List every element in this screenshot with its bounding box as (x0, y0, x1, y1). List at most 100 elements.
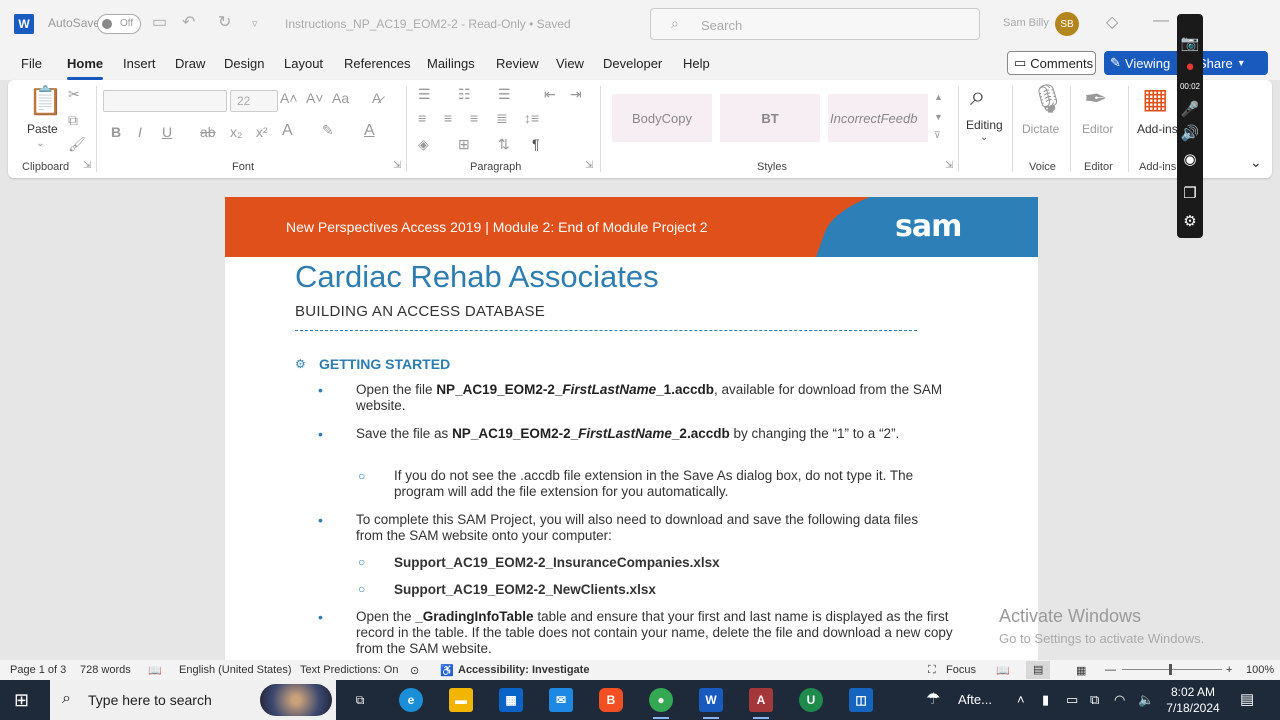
editing-label[interactable]: Editing (966, 118, 1003, 132)
minimize-icon[interactable]: — (1153, 12, 1169, 30)
paragraph-launcher-icon[interactable]: ⇲ (585, 160, 593, 171)
upwork-icon[interactable]: U (799, 688, 823, 712)
wifi-icon[interactable]: ◠ (1114, 692, 1125, 708)
system-clock[interactable]: 8:02 AM 7/18/2024 (1163, 684, 1223, 716)
access-taskbar-icon[interactable]: A (749, 688, 773, 712)
menu-draw[interactable]: Draw (175, 56, 205, 71)
borders-icon[interactable]: ⊞ (458, 136, 470, 153)
autosave-toggle[interactable]: Off (97, 14, 141, 34)
align-right-icon[interactable]: ≡ (470, 110, 478, 126)
italic-icon[interactable]: I (138, 124, 142, 140)
menu-layout[interactable]: Layout (284, 56, 323, 71)
align-center-icon[interactable]: ≡ (444, 110, 452, 126)
styles-more-icon[interactable]: ⊽ (934, 130, 941, 141)
styles-scroll-up-icon[interactable]: ▲ (934, 92, 943, 102)
highlight-icon[interactable]: ✎ (322, 122, 334, 139)
line-spacing-icon[interactable]: ↕≡ (524, 110, 539, 126)
change-case-icon[interactable]: Aa (332, 90, 349, 106)
increase-indent-icon[interactable]: ⇥ (570, 86, 582, 103)
underline-icon[interactable]: U (162, 124, 172, 140)
speaker-icon[interactable]: 🔊 (1180, 124, 1200, 144)
store-icon[interactable]: ▦ (499, 688, 523, 712)
add-ins-icon[interactable]: ▦ (1142, 82, 1168, 115)
macro-icon[interactable]: ⊙ (410, 664, 419, 677)
editing-dropdown-icon[interactable]: ⌄ (980, 132, 988, 143)
word-count[interactable]: 728 words (80, 664, 131, 676)
bullets-icon[interactable]: ☰ (418, 86, 431, 103)
font-color-icon[interactable]: A (364, 122, 375, 140)
weather-icon[interactable]: ☂ (926, 689, 940, 709)
document-page[interactable]: New Perspectives Access 2019 | Module 2:… (225, 197, 1038, 660)
menu-developer[interactable]: Developer (603, 56, 662, 71)
multilevel-list-icon[interactable]: ☰ (498, 86, 511, 103)
diamond-icon[interactable]: ◇ (1106, 12, 1118, 32)
menu-review[interactable]: Review (496, 56, 539, 71)
font-name-box[interactable] (103, 90, 227, 112)
viewing-button[interactable]: ✎ Viewing (1104, 51, 1188, 75)
zoom-in-icon[interactable]: + (1226, 664, 1232, 676)
web-layout-icon[interactable]: ▦ (1076, 664, 1086, 677)
style-bodycopy[interactable]: BodyCopy (612, 94, 712, 142)
justify-icon[interactable]: ≣ (496, 110, 508, 127)
window-icon[interactable]: ❐ (1180, 184, 1200, 204)
weather-text[interactable]: Afte... (958, 692, 992, 707)
microphone-icon[interactable]: 🎙 (1030, 82, 1066, 115)
styles-scroll-down-icon[interactable]: ▼ (934, 112, 943, 122)
device-icon[interactable]: ⧉ (1090, 692, 1099, 708)
zoom-slider[interactable] (1122, 669, 1222, 670)
subscript-icon[interactable]: x₂ (230, 124, 242, 140)
volume-icon[interactable]: 🔈 (1138, 692, 1154, 708)
grow-font-icon[interactable]: A˄ (280, 90, 298, 106)
bold-icon[interactable]: B (111, 124, 121, 140)
format-painter-icon[interactable]: 🖌 (68, 136, 86, 153)
record-icon[interactable]: ● (1180, 58, 1200, 78)
menu-insert[interactable]: Insert (123, 56, 156, 71)
brave-icon[interactable]: B (599, 688, 623, 712)
chrome-icon[interactable]: ● (649, 688, 673, 712)
editor-icon[interactable]: ✒ (1084, 82, 1107, 115)
menu-file[interactable]: File (21, 56, 42, 71)
gear-icon[interactable]: ⚙ (1180, 212, 1200, 232)
align-left-icon[interactable]: ≡ (418, 110, 426, 126)
screen-recorder-taskbar-icon[interactable]: ◫ (849, 688, 873, 712)
undo-icon[interactable]: ↶ (182, 12, 195, 32)
paste-dropdown-icon[interactable]: ⌄ (36, 138, 44, 149)
read-mode-icon[interactable]: 📖 (996, 664, 1010, 677)
language[interactable]: English (United States) (179, 664, 292, 676)
font-size-box[interactable]: 22 (230, 90, 278, 112)
styles-launcher-icon[interactable]: ⇲ (945, 160, 953, 171)
microphone-tray-icon[interactable]: ▮ (1042, 692, 1049, 708)
menu-help[interactable]: Help (683, 56, 710, 71)
collapse-ribbon-icon[interactable]: ⌄ (1250, 154, 1262, 171)
camera-icon[interactable]: 📷 (1180, 34, 1200, 54)
text-effects-icon[interactable]: A (282, 122, 293, 140)
menu-design[interactable]: Design (224, 56, 264, 71)
task-view-icon[interactable]: ⧉ (348, 688, 372, 712)
print-layout-icon[interactable]: ▤ (1026, 661, 1051, 679)
customize-toolbar-icon[interactable]: ▿ (252, 17, 258, 30)
comments-button[interactable]: ▭ Comments (1007, 51, 1096, 75)
style-bt[interactable]: BT (720, 94, 820, 142)
dictate-label[interactable]: Dictate (1022, 122, 1059, 136)
zoom-level[interactable]: 100% (1246, 664, 1274, 676)
strikethrough-icon[interactable]: ab (200, 124, 216, 140)
paste-label[interactable]: Paste (27, 122, 58, 136)
taskbar-search[interactable]: ⌕ Type here to search (50, 680, 336, 720)
find-icon[interactable]: ⌕ (970, 80, 986, 113)
clipboard-launcher-icon[interactable]: ⇲ (83, 160, 91, 171)
clear-formatting-icon[interactable]: A̷ (372, 90, 381, 106)
cut-icon[interactable]: ✂ (68, 86, 80, 103)
copy-icon[interactable]: ⧉ (68, 112, 78, 129)
search-box[interactable]: ⌕ Search (650, 8, 980, 40)
editor-label[interactable]: Editor (1082, 122, 1113, 136)
menu-view[interactable]: View (556, 56, 584, 71)
menu-home[interactable]: Home (67, 56, 104, 80)
style-incorrectfeedback[interactable]: IncorrectFeedb (828, 94, 928, 142)
mail-icon[interactable]: ✉ (549, 688, 573, 712)
add-ins-label[interactable]: Add-ins (1137, 122, 1178, 136)
paste-icon[interactable]: 📋 (28, 84, 63, 117)
windows-start-icon[interactable]: ⊞ (14, 690, 29, 711)
notification-icon[interactable]: ▤ (1240, 690, 1254, 708)
save-icon[interactable]: ▭ (152, 12, 167, 32)
superscript-icon[interactable]: x² (256, 124, 268, 140)
